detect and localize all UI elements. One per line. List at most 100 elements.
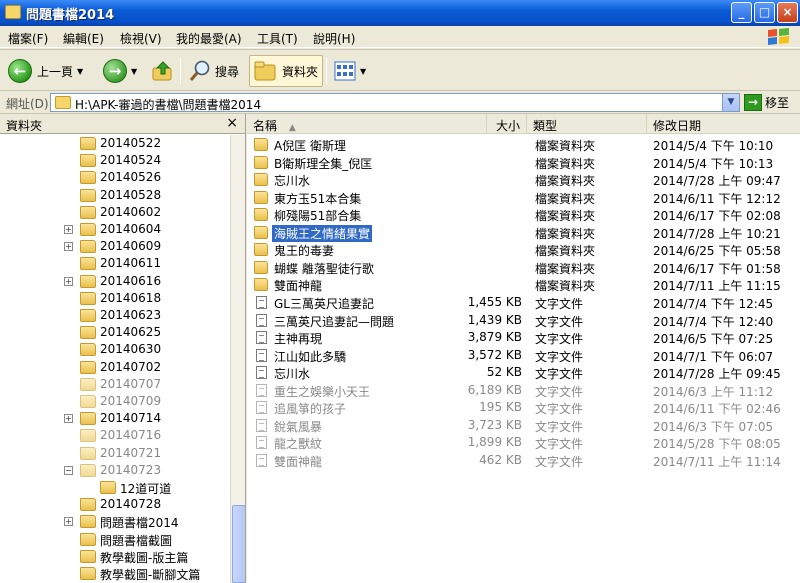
folder-tree-item[interactable]: 教學截圖-斷腳文篇 bbox=[0, 565, 230, 582]
expand-icon[interactable]: + bbox=[64, 517, 73, 527]
file-size: 3,723 KB bbox=[467, 417, 522, 432]
up-folder-button[interactable] bbox=[151, 56, 175, 86]
file-row[interactable]: 主神再現 3,879 KB 文字文件 2014/6/5 下午 07:25 bbox=[247, 329, 800, 347]
folder-tree-item[interactable]: 20140528 bbox=[0, 187, 230, 204]
back-label: 上一頁 bbox=[37, 64, 74, 79]
file-row[interactable]: 重生之娛樂小天王 6,189 KB 文字文件 2014/6/3 上午 11:12 bbox=[247, 382, 800, 400]
chevron-down-icon[interactable]: ▼ bbox=[131, 67, 137, 76]
menu-favorites[interactable]: 我的最愛(A) bbox=[176, 30, 242, 47]
file-name: 江山如此多驕 bbox=[274, 349, 347, 364]
file-size: 195 KB bbox=[479, 400, 522, 415]
folder-tree-item[interactable]: 12道可道 bbox=[0, 479, 230, 496]
file-row[interactable]: 蝴蝶 離落聖徒行歌 檔案資料夾 2014/6/17 下午 01:58 bbox=[247, 259, 800, 277]
minimize-button[interactable]: _ bbox=[731, 2, 752, 23]
folder-tree-label: 20140602 bbox=[100, 204, 162, 219]
expand-icon[interactable]: + bbox=[64, 242, 73, 252]
expand-icon[interactable]: + bbox=[64, 414, 73, 424]
address-input[interactable]: H:\APK-審過的書檔\問題書檔2014 ▼ bbox=[50, 93, 740, 112]
folder-icon bbox=[80, 498, 96, 512]
column-name[interactable]: 名稱 ▲ bbox=[247, 114, 487, 134]
folder-tree-item[interactable]: + 問題書檔2014 bbox=[0, 513, 230, 530]
file-row[interactable]: 雙面神龍 462 KB 文字文件 2014/7/11 上午 11:14 bbox=[247, 452, 800, 470]
column-size[interactable]: 大小 bbox=[487, 114, 527, 134]
folder-tree-item[interactable]: − 20140723 bbox=[0, 462, 230, 479]
column-header: 名稱 ▲ 大小 類型 修改日期 bbox=[247, 114, 800, 134]
search-button[interactable]: 搜尋 bbox=[188, 56, 239, 86]
menu-edit[interactable]: 編輯(E) bbox=[63, 30, 104, 47]
expand-icon[interactable]: + bbox=[64, 225, 73, 234]
expand-icon[interactable]: + bbox=[64, 276, 73, 286]
file-row[interactable]: B衛斯理全集_倪匡 檔案資料夾 2014/5/4 下午 10:13 bbox=[247, 154, 800, 172]
file-row[interactable]: 海賊王之情緒果實 檔案資料夾 2014/7/28 上午 10:21 bbox=[247, 224, 800, 242]
folder-icon bbox=[80, 291, 96, 305]
folder-tree-label: 20140709 bbox=[100, 394, 162, 408]
column-modified[interactable]: 修改日期 bbox=[647, 114, 800, 134]
folder-tree-item[interactable]: 20140707 bbox=[0, 376, 230, 393]
forward-button[interactable]: → ▼ bbox=[103, 56, 137, 86]
folder-tree-item[interactable]: 20140716 bbox=[0, 427, 230, 444]
file-row[interactable]: 柳殘陽51部合集 檔案資料夾 2014/6/17 下午 02:08 bbox=[247, 206, 800, 224]
folder-tree-label: 20140625 bbox=[100, 325, 162, 340]
folder-tree-item[interactable]: 20140709 bbox=[0, 393, 230, 410]
close-pane-button[interactable]: × bbox=[226, 115, 238, 131]
folder-tree-item[interactable]: 問題書檔截圖 bbox=[0, 531, 230, 548]
file-size: 1,439 KB bbox=[467, 312, 522, 327]
chevron-down-icon[interactable]: ▼ bbox=[360, 67, 366, 76]
folder-icon bbox=[80, 171, 96, 185]
scrollbar-thumb[interactable] bbox=[232, 505, 245, 583]
folder-tree-item[interactable]: 20140611 bbox=[0, 255, 230, 272]
folder-tree-item[interactable]: 20140702 bbox=[0, 359, 230, 376]
title-bar[interactable]: 問題書檔2014 _ □ × bbox=[0, 0, 800, 26]
folder-tree-item[interactable]: 20140618 bbox=[0, 290, 230, 307]
file-row[interactable]: A倪匡 衛斯理 檔案資料夾 2014/5/4 下午 10:10 bbox=[247, 136, 800, 154]
file-row[interactable]: 雙面神龍 檔案資料夾 2014/7/11 上午 11:15 bbox=[247, 276, 800, 294]
folder-tree-item[interactable]: +20140616 bbox=[0, 273, 230, 290]
file-name: 鬼王的毒妻 bbox=[274, 244, 335, 259]
views-button[interactable]: ▼ bbox=[334, 56, 366, 86]
folder-tree-item[interactable]: +20140609 bbox=[0, 238, 230, 255]
folder-tree-label: 20140723 bbox=[100, 462, 162, 477]
column-type[interactable]: 類型 bbox=[527, 114, 647, 134]
file-row[interactable]: 龍之獸紋 1,899 KB 文字文件 2014/5/28 下午 08:05 bbox=[247, 434, 800, 452]
menu-tools[interactable]: 工具(T) bbox=[257, 30, 298, 47]
file-type: 文字文件 bbox=[535, 367, 584, 382]
file-row[interactable]: 江山如此多驕 3,572 KB 文字文件 2014/7/1 下午 06:07 bbox=[247, 347, 800, 365]
folder-tree-item[interactable]: 教學截圖-版主篇 bbox=[0, 548, 230, 565]
file-row[interactable]: GL三萬英尺追妻記 1,455 KB 文字文件 2014/7/4 下午 12:45 bbox=[247, 294, 800, 312]
folder-tree-item[interactable]: 20140602 bbox=[0, 204, 230, 221]
folder-tree-scrollbar[interactable] bbox=[230, 135, 245, 583]
folder-tree-item[interactable]: 20140721 bbox=[0, 445, 230, 462]
column-type-label: 類型 bbox=[533, 119, 558, 133]
menu-file[interactable]: 檔案(F) bbox=[8, 30, 48, 47]
folder-tree-item[interactable]: 20140728 bbox=[0, 496, 230, 513]
folder-tree-item[interactable]: +20140604 bbox=[0, 221, 230, 238]
file-row[interactable]: 忘川水 52 KB 文字文件 2014/7/28 上午 09:45 bbox=[247, 364, 800, 382]
address-dropdown-button[interactable]: ▼ bbox=[722, 94, 739, 111]
folder-tree-item[interactable]: 20140526 bbox=[0, 169, 230, 186]
folder-tree-item[interactable]: 20140630 bbox=[0, 341, 230, 358]
folder-tree-item[interactable]: 20140623 bbox=[0, 307, 230, 324]
maximize-button[interactable]: □ bbox=[754, 2, 775, 23]
menu-help[interactable]: 說明(H) bbox=[313, 30, 355, 47]
folder-tree-item[interactable]: 20140524 bbox=[0, 152, 230, 169]
chevron-down-icon[interactable]: ▼ bbox=[77, 67, 83, 76]
folder-tree-item[interactable]: 20140522 bbox=[0, 135, 230, 152]
collapse-icon[interactable]: − bbox=[64, 465, 73, 475]
folder-icon bbox=[80, 188, 96, 202]
folder-tree-label: 教學截圖-版主篇 bbox=[100, 550, 189, 565]
file-row[interactable]: 追風箏的孩子 195 KB 文字文件 2014/6/11 下午 02:46 bbox=[247, 399, 800, 417]
close-button[interactable]: × bbox=[777, 2, 798, 23]
file-row[interactable]: 三萬英尺追妻記—問題 1,439 KB 文字文件 2014/7/4 下午 12:40 bbox=[247, 312, 800, 330]
menu-view[interactable]: 檢視(V) bbox=[120, 30, 162, 47]
file-modified-date: 2014/6/17 下午 01:58 bbox=[653, 261, 781, 276]
go-button[interactable]: → 移至 bbox=[744, 94, 789, 111]
up-folder-icon bbox=[152, 61, 172, 81]
folders-button[interactable]: 資料夾 bbox=[249, 55, 324, 87]
file-row[interactable]: 鬼王的毒妻 檔案資料夾 2014/6/25 下午 05:58 bbox=[247, 241, 800, 259]
file-row[interactable]: 忘川水 檔案資料夾 2014/7/28 上午 09:47 bbox=[247, 171, 800, 189]
file-row[interactable]: 東方玉51本合集 檔案資料夾 2014/6/11 下午 12:12 bbox=[247, 189, 800, 207]
file-row[interactable]: 銳氣風暴 3,723 KB 文字文件 2014/6/3 下午 07:05 bbox=[247, 417, 800, 435]
folder-tree-item[interactable]: +20140714 bbox=[0, 410, 230, 427]
folder-tree-item[interactable]: 20140625 bbox=[0, 324, 230, 341]
back-button[interactable]: ← 上一頁 ▼ bbox=[8, 56, 83, 86]
